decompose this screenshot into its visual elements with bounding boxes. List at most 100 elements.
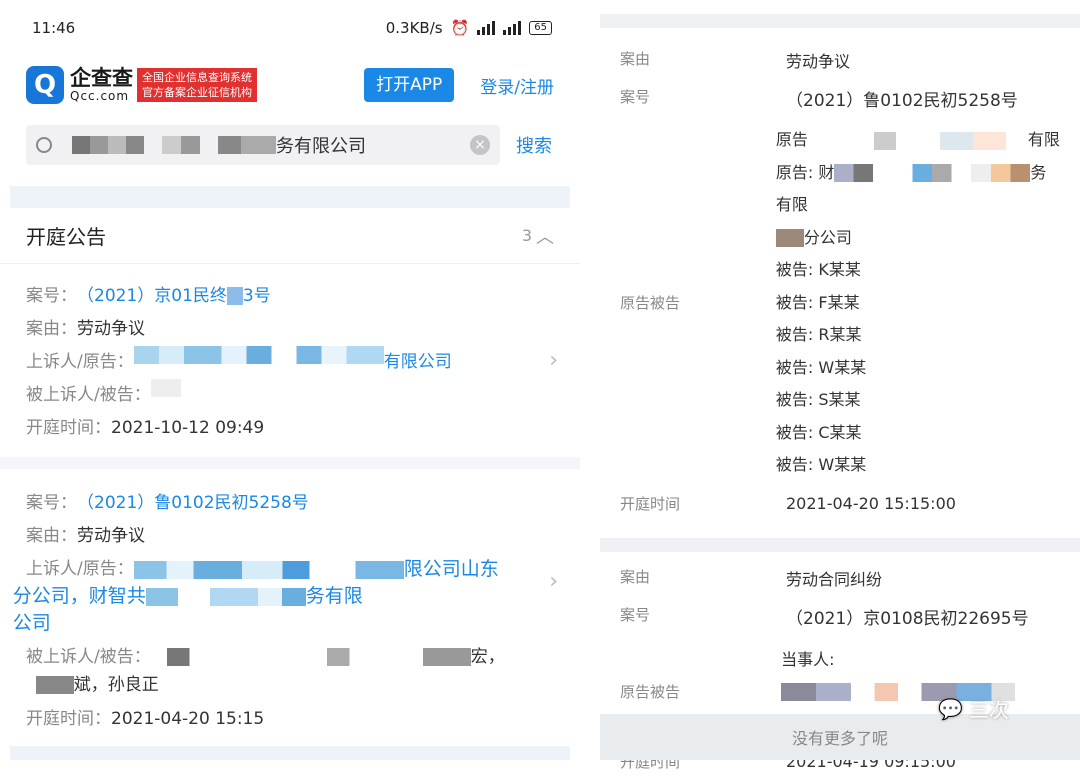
wechat-watermark: 💬 三次	[938, 694, 1009, 723]
time-label: 开庭时间：	[26, 418, 111, 438]
time-row: 开庭时间： 2021-10-12 09:49	[26, 412, 554, 445]
time-value: 2021-04-20 15:15:00	[786, 494, 956, 513]
divider	[10, 186, 570, 208]
appellant-row: 上诉人/原告： 有限公司	[26, 346, 554, 379]
defendant: 被告: R某某	[775, 325, 862, 344]
watermark-text: 三次	[968, 698, 1009, 722]
status-time: 11:46	[32, 19, 76, 37]
case-item[interactable]: 案号： （2021）鲁0102民初5258号 案由： 劳动争议 上诉人/原告： …	[0, 469, 580, 748]
section-title: 开庭公告	[26, 225, 106, 249]
chevron-up-icon[interactable]: ︿	[536, 223, 554, 249]
right-screen: 案由 劳动争议 案号 （2021）鲁0102民初5258号 原告被告 原告 有限 …	[600, 0, 1080, 771]
signal-icon-2	[503, 21, 522, 35]
appellant-value[interactable]: 分公司，财智共	[13, 585, 146, 607]
logo-en: Qcc.com	[70, 89, 130, 103]
defendant: 被告: W某某	[775, 455, 867, 474]
redacted-text	[775, 229, 804, 247]
case-no-row: 案号： （2021）京01民终 3号	[26, 280, 554, 313]
cause-label: 案由：	[26, 526, 77, 546]
cause-row: 案由： 劳动争议	[26, 520, 554, 553]
cause-row: 案由 劳动争议	[600, 48, 1080, 86]
case-no-label: 案号	[620, 605, 651, 624]
parties-label: 原告被告	[620, 294, 681, 313]
appellant-row: 上诉人/原告： 限公司山东 分公司，财智共 务有限 公司	[13, 553, 554, 637]
defendant: 被告: W某某	[775, 357, 867, 377]
case-no-label: 案号：	[26, 286, 77, 306]
plaintiff: 原告: 财	[775, 162, 835, 182]
cause-row: 案由： 劳动争议	[26, 313, 554, 346]
cause-row: 案由 劳动合同纠纷	[600, 566, 1080, 604]
time-value: 2021-04-20 15:15	[111, 709, 265, 729]
battery-icon: 65	[529, 21, 552, 35]
cause-value: 劳动争议	[77, 526, 145, 546]
redacted-text	[150, 648, 471, 666]
wechat-icon: 💬	[938, 696, 963, 721]
appellee-label: 被上诉人/被告：	[26, 385, 151, 405]
defendant: 被告: S某某	[775, 390, 861, 409]
appellee-row: 被上诉人/被告： 宏， 斌，孙良正	[26, 637, 554, 699]
redacted-text	[218, 136, 276, 154]
cause-label: 案由	[620, 50, 651, 68]
case-no-row: 案号 （2021）鲁0102民初5258号	[600, 86, 1080, 124]
status-bar: 11:46 0.3KB/s ⏰ 65	[0, 0, 580, 56]
appellant-value[interactable]: 限公司山东	[404, 558, 499, 580]
search-row: 务有限公司 × 搜索	[0, 114, 580, 176]
appellant-value[interactable]: 公司	[13, 612, 51, 634]
cause-label: 案由	[620, 567, 651, 586]
time-value: 2021-10-12 09:49	[111, 418, 265, 438]
party: 当事人:	[781, 649, 835, 669]
cause-value: 劳动争议	[786, 52, 851, 71]
clear-icon[interactable]: ×	[470, 135, 490, 155]
defendant: 被告: C某某	[775, 422, 862, 442]
search-query: 务有限公司	[72, 132, 366, 158]
net-speed: 0.3KB/s	[385, 19, 443, 37]
appellant-value[interactable]: 务有限	[306, 585, 363, 607]
time-label: 开庭时间：	[26, 709, 111, 729]
parties-row: 原告被告 原告 有限 原告: 财务有限 分公司 被告: K某某 被告: F某某 被…	[600, 124, 1080, 482]
alarm-icon: ⏰	[450, 19, 470, 37]
case-item[interactable]: 案号： （2021）京01民终 3号 案由： 劳动争议 上诉人/原告： 有限公司 …	[0, 264, 580, 469]
appellee-value: 斌，孙良正	[73, 675, 159, 695]
qcc-logo-icon[interactable]: Q	[26, 66, 64, 104]
section-header[interactable]: 开庭公告 3 ︿	[0, 208, 580, 264]
chevron-right-icon[interactable]: ›	[549, 348, 558, 373]
defendant: 被告: K某某	[775, 260, 861, 279]
search-input[interactable]: 务有限公司 ×	[26, 125, 500, 165]
section-count: 3	[521, 226, 532, 245]
redacted-text	[72, 136, 144, 154]
redacted-text	[807, 131, 1028, 150]
open-app-button[interactable]: 打开APP	[364, 68, 455, 102]
chevron-right-icon[interactable]: ›	[549, 569, 558, 594]
appellant-value[interactable]: 有限公司	[384, 346, 452, 379]
time-label: 开庭时间	[620, 495, 681, 513]
parties-label: 原告被告	[620, 683, 681, 701]
time-row: 开庭时间 2021-04-20 15:15:00	[600, 482, 1080, 526]
badge-line-2: 官方备案企业征信机构	[142, 86, 252, 99]
cause-label: 案由：	[26, 319, 77, 339]
divider	[10, 746, 570, 760]
left-screen: 11:46 0.3KB/s ⏰ 65 Q 企查查 Qcc.com 全国企业信息查…	[0, 0, 580, 760]
case-no-label: 案号：	[26, 493, 77, 513]
defendant: 被告: F某某	[775, 292, 860, 312]
appellant-label: 上诉人/原告：	[26, 352, 134, 372]
search-button[interactable]: 搜索	[516, 132, 552, 158]
case-no-link[interactable]: （2021）鲁0102民初5258号	[77, 487, 309, 520]
redacted-text	[834, 164, 1031, 182]
redacted-text	[150, 379, 181, 397]
signal-icon	[477, 21, 496, 35]
plaintiff: 原告	[775, 130, 808, 149]
appellee-value: 宏，	[470, 647, 505, 667]
case-no-value: （2021）鲁0102民初5258号	[786, 91, 1018, 111]
login-register-link[interactable]: 登录/注册	[480, 73, 554, 98]
case-no-link[interactable]: （2021）京01民终 3号	[77, 280, 271, 313]
appellee-row: 被上诉人/被告：	[26, 379, 554, 412]
logo-cn: 企查查	[70, 66, 133, 90]
case-no-value: （2021）京0108民初22695号	[786, 608, 1029, 629]
divider	[600, 537, 1080, 552]
case-no-label: 案号	[620, 88, 651, 106]
logo-badge: 全国企业信息查询系统 官方备案企业征信机构	[137, 68, 257, 102]
divider	[600, 14, 1080, 28]
redacted-text	[133, 346, 384, 364]
time-row: 开庭时间： 2021-04-20 15:15	[26, 699, 554, 736]
redacted-text	[133, 560, 404, 579]
